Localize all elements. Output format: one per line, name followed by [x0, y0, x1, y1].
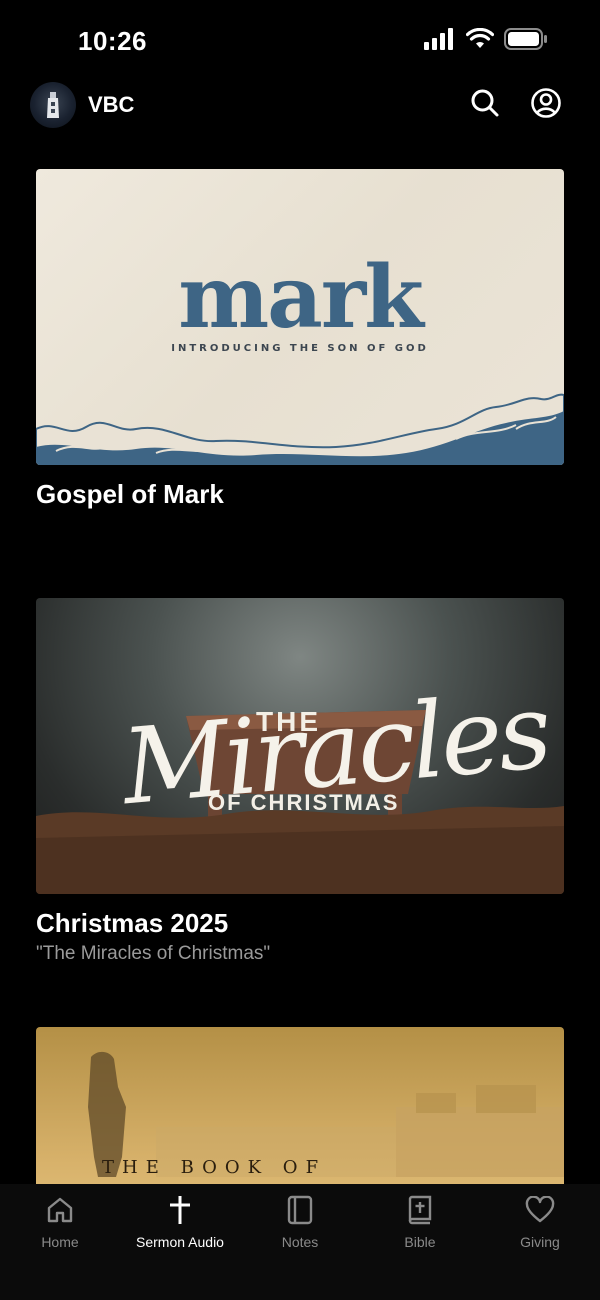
- status-bar: 10:26: [0, 0, 600, 80]
- app-header: VBC: [0, 80, 600, 136]
- artwork-the: THE: [256, 706, 321, 737]
- account-button[interactable]: [529, 87, 563, 124]
- series-artwork: Miracles THE OF CHRISTMAS: [36, 598, 564, 894]
- search-icon: [470, 88, 500, 123]
- artwork-of-christmas: OF CHRISTMAS: [208, 790, 400, 815]
- tab-giving[interactable]: Giving: [480, 1184, 600, 1264]
- waves-illustration: [36, 393, 564, 465]
- tab-bible[interactable]: Bible: [360, 1184, 480, 1264]
- tab-notes[interactable]: Notes: [240, 1184, 360, 1264]
- series-subtitle: "The Miracles of Christmas": [36, 943, 271, 964]
- tab-label: Bible: [404, 1234, 436, 1250]
- bottom-tab-bar: Home Sermon Audio Notes Bible Giving: [0, 1184, 600, 1300]
- series-card-christmas-2025[interactable]: Miracles THE OF CHRISTMAS Christmas 2025…: [36, 598, 564, 965]
- account-icon: [530, 87, 562, 124]
- artwork-tagline: INTRODUCING THE SON OF GOD: [171, 343, 429, 354]
- series-card-gospel-of-mark[interactable]: mark INTRODUCING THE SON OF GOD Gospel o…: [36, 169, 564, 510]
- artwork-title: mark: [178, 247, 424, 348]
- notes-icon: [284, 1194, 316, 1226]
- tab-label: Sermon Audio: [136, 1234, 224, 1250]
- status-icons: [424, 27, 548, 55]
- app-title: VBC: [88, 92, 135, 117]
- series-title: Gospel of Mark: [36, 479, 224, 509]
- tab-home[interactable]: Home: [0, 1184, 120, 1264]
- heart-icon: [524, 1194, 556, 1226]
- tab-label: Home: [41, 1234, 79, 1250]
- tab-label: Notes: [281, 1234, 319, 1250]
- series-title: Christmas 2025: [36, 908, 229, 938]
- search-button[interactable]: [468, 88, 502, 122]
- app-screen: 10:26 VBC mark INTRODUCING THE SON OF GO…: [0, 0, 600, 1300]
- cross-icon: [164, 1194, 196, 1226]
- church-logo: [30, 82, 76, 128]
- artwork-title: THE BOOK OF: [102, 1157, 327, 1178]
- status-time: 10:26: [78, 26, 147, 56]
- bible-icon: [404, 1194, 436, 1226]
- cellular-signal-icon: [424, 28, 456, 55]
- battery-icon: [504, 28, 548, 55]
- series-artwork: mark INTRODUCING THE SON OF GOD: [36, 169, 564, 465]
- tab-sermon-audio[interactable]: Sermon Audio: [120, 1184, 240, 1264]
- wifi-icon: [465, 27, 495, 55]
- tab-label: Giving: [520, 1234, 560, 1250]
- home-icon: [44, 1194, 76, 1226]
